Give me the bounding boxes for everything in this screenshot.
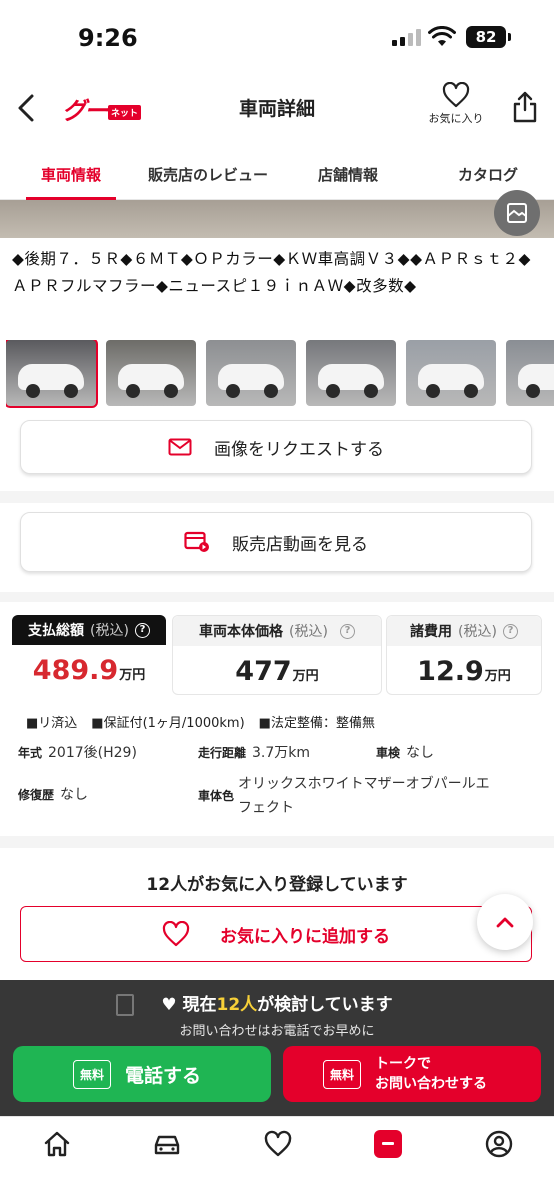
total-price-box: 支払総額 (税込) ? 489.9万円 <box>12 615 166 695</box>
tab-shop-info[interactable]: 店舗情報 <box>310 144 386 199</box>
spec-repair-history: 修復歴 なし <box>18 787 89 803</box>
bottom-navigation <box>0 1116 554 1200</box>
help-icon[interactable]: ? <box>134 622 150 638</box>
free-badge: 無料 <box>323 1059 362 1089</box>
heart-icon: ♥ <box>161 995 177 1015</box>
wifi-icon <box>428 26 456 46</box>
scroll-to-top-button[interactable] <box>477 894 533 950</box>
total-price-unit: 万円 <box>119 668 146 683</box>
body-price-label: 車両本体価格 <box>199 624 284 640</box>
spec-year: 年式 2017後(H29) <box>18 745 137 761</box>
add-favorite-label: お気に入りに追加する <box>220 926 390 947</box>
fees-price-unit: 万円 <box>484 669 511 684</box>
talk-label-line2: お問い合わせする <box>375 1076 488 1092</box>
back-arrow-icon[interactable] <box>12 88 42 128</box>
tab-dealer-reviews[interactable]: 販売店のレビュー <box>146 144 270 199</box>
heart-icon[interactable] <box>263 1129 293 1159</box>
header-favorite-button[interactable]: お気に入り <box>422 82 490 138</box>
cellular-signal-icon <box>392 28 421 46</box>
thumbnail-5[interactable] <box>406 340 496 406</box>
request-images-button[interactable]: 画像をリクエストする <box>20 420 532 474</box>
heart-icon <box>442 82 470 108</box>
tab-vehicle-info[interactable]: 車両情報 <box>26 144 116 200</box>
free-badge: 無料 <box>73 1059 112 1089</box>
body-price-value: 477 <box>235 656 292 687</box>
thumbnail-strip <box>6 340 554 410</box>
status-time: 9:26 <box>78 24 138 52</box>
spec-color: 車体色 オリックスホワイトマザーオブパールエ フェクト <box>198 776 490 816</box>
heart-icon <box>162 921 190 947</box>
add-favorite-button[interactable]: お気に入りに追加する <box>20 906 532 962</box>
thumbnail-2[interactable] <box>106 340 196 406</box>
thumbnail-4[interactable] <box>306 340 396 406</box>
goo-net-logo[interactable]: グー ネット <box>62 94 142 125</box>
battery-icon: 82 <box>466 26 511 48</box>
talk-inquiry-button[interactable]: 無料 トークで お問い合わせする <box>283 1046 541 1102</box>
listing-headline: ◆後期７．５Ｒ◆６ＭＴ◆ＯＰカラー◆ＫＷ車高調Ｖ３◆◆ＡＰＲｓｔ２◆ＡＰＲフルマ… <box>12 250 531 295</box>
considering-banner: ♥ 現在12人が検討しています <box>161 995 393 1015</box>
total-price-value: 489.9 <box>32 655 119 686</box>
chevron-up-icon <box>496 917 514 928</box>
help-icon[interactable]: ? <box>502 623 518 639</box>
feature-tags: ■リ済込 ■保証付(1ヶ月/1000km) ■法定整備：整備無 <box>26 712 375 731</box>
thumbnail-6[interactable] <box>506 340 554 406</box>
app-header: グー ネット 車両詳細 お気に入り <box>0 72 554 144</box>
inquiry-hint: お問い合わせはお電話でお早めに <box>179 1024 375 1039</box>
watch-video-label: 販売店動画を見る <box>232 534 368 555</box>
request-images-label: 画像をリクエストする <box>214 439 384 460</box>
account-icon[interactable] <box>484 1129 514 1159</box>
body-price-tax: (税込) <box>289 624 328 640</box>
considering-count: 12人 <box>216 995 258 1015</box>
gallery-icon <box>507 203 527 223</box>
thumbnail-1[interactable] <box>6 340 98 408</box>
help-icon[interactable]: ? <box>339 623 355 639</box>
video-icon <box>184 531 209 552</box>
call-label: 電話する <box>125 1064 202 1087</box>
logo-sub-text: ネット <box>108 104 142 120</box>
mail-icon <box>168 438 192 456</box>
car-icon[interactable] <box>152 1129 182 1159</box>
watch-video-button[interactable]: 販売店動画を見る <box>20 512 532 572</box>
home-icon[interactable] <box>42 1129 72 1159</box>
photo-gallery-button[interactable] <box>494 190 540 236</box>
call-button[interactable]: 無料 電話する <box>13 1046 271 1102</box>
thumbnail-3[interactable] <box>206 340 296 406</box>
total-price-tax: (税込) <box>90 623 129 639</box>
spec-mileage: 走行距離 3.7万km <box>198 745 311 761</box>
body-price-box: 車両本体価格 (税込) ? 477万円 <box>172 615 382 695</box>
fees-price-label: 諸費用 <box>410 624 453 640</box>
logo-main-text: グー <box>62 96 108 125</box>
status-bar: 9:26 82 <box>0 0 554 72</box>
tag-maintenance: ■法定整備：整備無 <box>258 716 375 731</box>
tag-warranty: ■保証付(1ヶ月/1000km) <box>91 716 245 731</box>
spec-inspection: 車検 なし <box>376 745 435 761</box>
total-price-label: 支払総額 <box>28 623 85 639</box>
fees-price-tax: (税込) <box>458 624 497 640</box>
favorite-count-text: 12人がお気に入り登録しています <box>146 875 408 895</box>
fees-price-value: 12.9 <box>417 656 484 687</box>
tag-recycle: ■リ済込 <box>26 716 78 731</box>
main-photo[interactable] <box>0 190 554 238</box>
goo-net-nav-icon[interactable] <box>374 1130 402 1158</box>
fees-price-box: 諸費用 (税込) ? 12.9万円 <box>386 615 542 695</box>
favorite-label: お気に入り <box>428 112 484 125</box>
share-icon[interactable] <box>510 90 540 124</box>
talk-label-line1: トークで <box>375 1056 432 1072</box>
detail-tabs: 車両情報 販売店のレビュー 店舗情報 カタログ <box>0 144 554 200</box>
body-price-unit: 万円 <box>292 669 319 684</box>
